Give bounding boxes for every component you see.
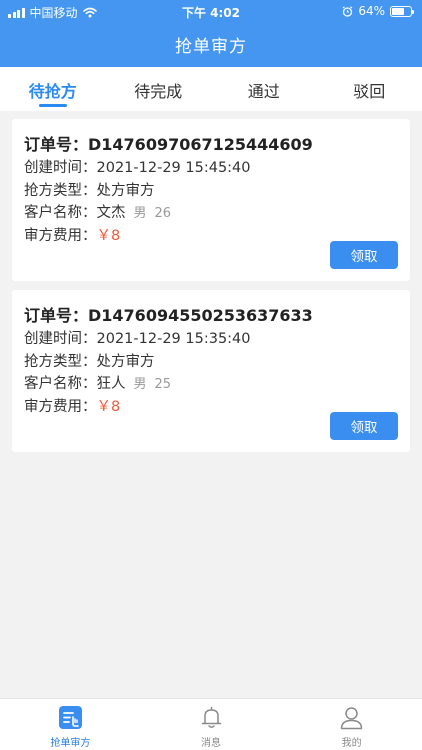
tab-label: 通过 [247,82,280,101]
fee-value: ￥8 [96,227,121,244]
created-time-value: 2021-12-29 15:35:40 [96,331,251,347]
customer-age: 25 [154,377,172,392]
fee-label: 审方费用： [24,398,97,415]
customer-age: 26 [154,206,172,221]
claim-button[interactable]: 领取 [330,241,398,269]
customer-row: 客户名称：狂人男 25 [24,373,398,396]
tabbar-item-profile[interactable]: 我的 [281,699,422,750]
tab-label: 待完成 [134,82,183,101]
customer-label: 客户名称： [24,205,97,221]
status-tabs: 待抢方 待完成 通过 驳回 [0,67,422,111]
grab-type-value: 处方审方 [96,353,155,370]
tabbar-label: 抢单审方 [50,738,91,749]
order-card: 订单号：D1476097067125444609 创建时间：2021-12-29… [12,119,410,281]
tab-label: 驳回 [353,82,386,101]
battery-percent: 64% [358,4,385,18]
customer-name: 文杰 [96,205,126,221]
bell-icon [201,706,221,728]
order-number: 订单号：D1476097067125444609 [24,135,313,154]
customer-row: 客户名称：文杰男 26 [24,202,398,225]
fee-value: ￥8 [96,398,121,415]
customer-gender: 男 [133,377,147,392]
app-header: 中国移动 下午 4:02 64% 抢单审方 [0,0,422,67]
created-time-row: 创建时间：2021-12-29 15:45:40 [24,157,398,180]
bottom-tab-bar: 抢单审方 消息 我的 [0,698,422,750]
grab-type-label: 抢方类型： [24,353,97,370]
tab-label: 待抢方 [28,82,77,101]
created-time-label: 创建时间： [24,160,97,176]
claim-button[interactable]: 领取 [330,412,398,440]
tabbar-label: 消息 [201,738,221,749]
customer-label: 客户名称： [24,376,97,392]
alarm-clock-icon [342,5,353,17]
tab-rejected[interactable]: 驳回 [317,67,422,111]
tabbar-label: 我的 [341,738,362,749]
status-right: 64% [342,4,414,18]
tab-approved[interactable]: 通过 [211,67,317,111]
created-time-label: 创建时间： [24,331,97,347]
fee-label: 审方费用： [24,227,97,244]
order-card: 订单号：D1476094550253637633 创建时间：2021-12-29… [12,290,410,452]
tabbar-item-messages[interactable]: 消息 [141,699,282,750]
grab-type-row: 抢方类型：处方审方 [24,180,398,203]
active-tab-indicator [38,104,67,107]
grab-type-label: 抢方类型： [24,182,97,199]
created-time-row: 创建时间：2021-12-29 15:35:40 [24,328,398,351]
page-title: 抢单审方 [175,37,247,57]
battery-icon [390,5,414,17]
status-bar: 中国移动 下午 4:02 64% [0,0,422,22]
tab-pending-grab[interactable]: 待抢方 [0,67,106,111]
order-number: 订单号：D1476094550253637633 [24,306,313,325]
grab-type-value: 处方审方 [96,182,155,199]
grab-type-row: 抢方类型：处方审方 [24,351,398,374]
customer-gender: 男 [133,206,147,221]
created-time-value: 2021-12-29 15:45:40 [96,160,251,176]
tabbar-item-grab-review[interactable]: 抢单审方 [0,699,141,750]
customer-name: 狂人 [96,376,126,392]
order-list-icon [58,706,82,729]
user-icon [340,707,363,730]
tab-pending-complete[interactable]: 待完成 [106,67,212,111]
